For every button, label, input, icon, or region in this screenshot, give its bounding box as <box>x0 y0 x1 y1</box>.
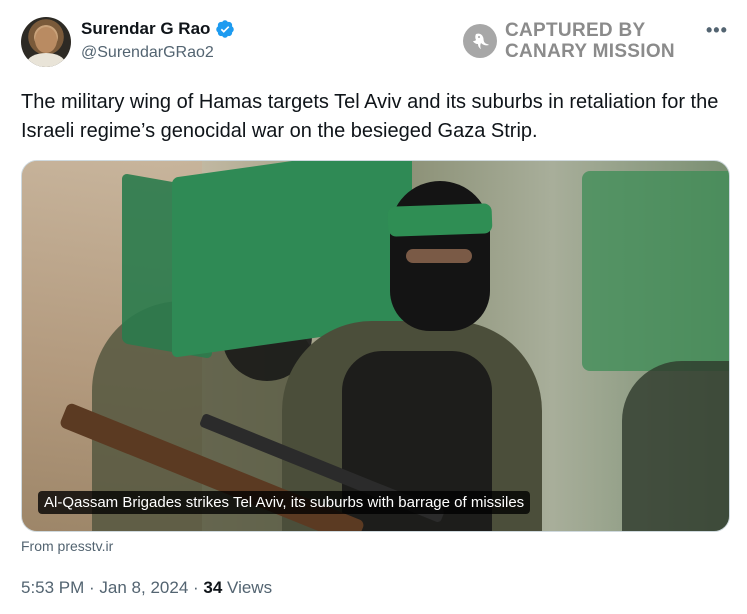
avatar-shirt <box>27 53 65 67</box>
avatar[interactable] <box>21 17 71 67</box>
author-handle[interactable]: @SurendarGRao2 <box>81 44 214 62</box>
image-headband <box>387 203 493 237</box>
verified-badge-icon <box>216 20 235 38</box>
avatar-face <box>35 27 57 53</box>
canary-line2: CANARY MISSION <box>505 41 675 62</box>
meta-separator: · <box>188 578 204 597</box>
views-count: 34 <box>203 578 223 597</box>
image-figure-right <box>622 361 729 531</box>
image-flag-right <box>582 171 729 371</box>
meta-separator: · <box>84 578 100 597</box>
media-caption: Al-Qassam Brigades strikes Tel Aviv, its… <box>38 491 531 514</box>
tweet-time[interactable]: 5:53 PM <box>21 578 84 597</box>
tweet-date[interactable]: Jan 8, 2024 <box>99 578 188 597</box>
tweet-text: The military wing of Hamas targets Tel A… <box>21 91 719 142</box>
author-name[interactable]: Surendar G Rao <box>81 19 210 39</box>
canary-watermark: CAPTURED BY CANARY MISSION <box>463 20 675 62</box>
views-label: Views <box>222 578 273 597</box>
canary-bird-icon <box>463 24 497 58</box>
canary-line1: CAPTURED BY <box>505 20 646 41</box>
author-name-row[interactable]: Surendar G Rao <box>81 19 235 39</box>
canary-watermark-text: CAPTURED BY CANARY MISSION <box>505 20 675 62</box>
image-eyes <box>406 249 472 263</box>
link-source[interactable]: From presstv.ir <box>21 538 113 554</box>
tweet-metadata: 5:53 PM · Jan 8, 2024 · 34 Views <box>21 578 272 598</box>
more-options-icon[interactable]: ••• <box>706 20 728 41</box>
tweet-media-image[interactable]: Al-Qassam Brigades strikes Tel Aviv, its… <box>21 160 730 532</box>
